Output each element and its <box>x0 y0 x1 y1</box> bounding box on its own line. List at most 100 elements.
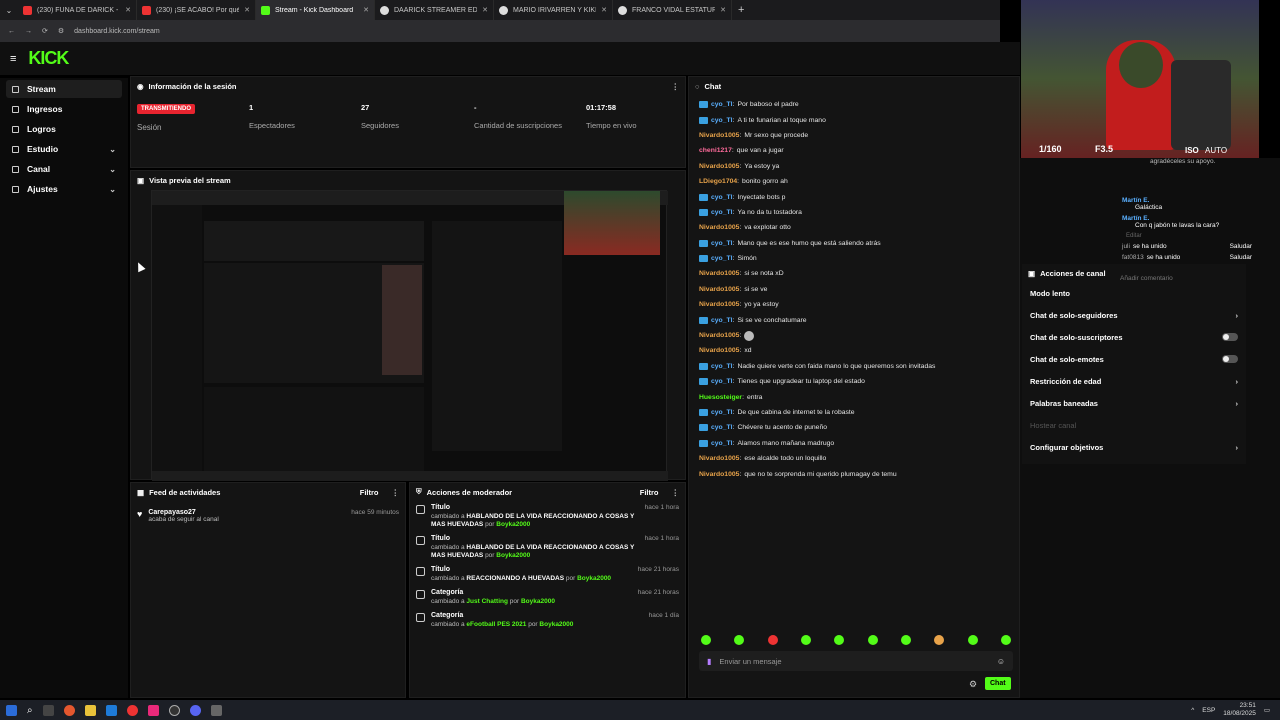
feed-user[interactable]: Carepayaso27 <box>148 509 218 516</box>
close-icon[interactable]: ✕ <box>363 6 369 14</box>
mod-action-user[interactable]: Boyka2000 <box>577 575 611 582</box>
mod-action-user[interactable]: Boyka2000 <box>496 521 530 528</box>
toggle-switch[interactable] <box>1222 333 1238 341</box>
file-explorer-icon[interactable] <box>84 704 96 716</box>
chat-username[interactable]: Nivardo1005 <box>699 455 739 462</box>
edit-link[interactable]: Editar <box>1126 233 1252 239</box>
sidebar-item-estudio[interactable]: Estudio ⌄ <box>6 140 122 158</box>
capcut-icon[interactable] <box>147 704 159 716</box>
channel-action-5[interactable]: Palabras baneadas › <box>1022 392 1246 414</box>
chat-username[interactable]: cyo_Tl <box>711 363 733 370</box>
chevron-down-icon[interactable]: ⌄ <box>109 145 116 154</box>
mod-filter-button[interactable]: Filtro <box>640 488 659 497</box>
emote-icon[interactable] <box>767 635 778 645</box>
edge-icon[interactable] <box>105 704 117 716</box>
chat-username[interactable]: cyo_Tl <box>711 409 733 416</box>
chrome-icon[interactable] <box>63 704 75 716</box>
chat-username[interactable]: Huesosteiger <box>699 394 742 401</box>
chat-send-button[interactable]: Chat <box>985 677 1011 690</box>
emote-icon[interactable] <box>800 635 811 645</box>
close-icon[interactable]: ✕ <box>244 6 250 14</box>
close-icon[interactable]: ✕ <box>601 6 607 14</box>
chat-username[interactable]: cheni1217 <box>699 147 732 154</box>
feed-filter-button[interactable]: Filtro <box>360 488 379 497</box>
mod-action-user[interactable]: Boyka2000 <box>539 621 573 628</box>
chat-username[interactable]: Nivardo1005 <box>699 270 739 277</box>
more-options-icon[interactable]: ⋮ <box>672 82 680 91</box>
tab-4[interactable]: MARIO IRIVARREN Y KIKE SUE ✕ <box>494 0 613 20</box>
kick-logo[interactable]: KICK <box>28 48 69 69</box>
app-icon[interactable] <box>210 704 222 716</box>
sidebar-item-ajustes[interactable]: Ajustes ⌄ <box>6 180 122 198</box>
chat-settings-gear-icon[interactable]: ⚙ <box>969 679 977 690</box>
chevron-down-icon[interactable]: ⌄ <box>109 185 116 194</box>
chat-username[interactable]: cyo_Tl <box>711 117 733 124</box>
toggle-switch[interactable] <box>1222 355 1238 363</box>
chat-input[interactable]: ▮ Enviar un mensaje ☺ <box>699 651 1013 671</box>
chat-username[interactable]: Nivardo1005 <box>699 224 739 231</box>
chat-username[interactable]: Nivardo1005 <box>699 132 739 139</box>
url-field[interactable]: dashboard.kick.com/stream <box>74 28 160 35</box>
mod-action-user[interactable]: Boyka2000 <box>521 598 555 605</box>
tab-2[interactable]: Stream - Kick Dashboard ✕ <box>256 0 375 20</box>
emote-icon[interactable] <box>701 635 711 645</box>
chat-username[interactable]: Nivardo1005 <box>699 286 739 293</box>
chevron-right-icon[interactable]: › <box>1236 311 1239 320</box>
tab-0[interactable]: (230) FUNA DE DARICK - YouTu ✕ <box>18 0 137 20</box>
chat-username[interactable]: Nivardo1005 <box>699 471 739 478</box>
notification-icon[interactable]: ▭ <box>1264 706 1270 714</box>
chevron-right-icon[interactable]: › <box>1236 377 1239 386</box>
tab-1[interactable]: (230) ¡SE ACABÓ! Por qué Fran ✕ <box>137 0 256 20</box>
emote-icon[interactable] <box>934 635 945 645</box>
emoji-icon[interactable]: ☺ <box>997 657 1005 666</box>
sidebar-item-logros[interactable]: Logros <box>6 120 122 138</box>
new-tab-plus-icon[interactable]: + <box>738 4 744 16</box>
chat-username[interactable]: cyo_Tl <box>711 209 733 216</box>
sidebar-item-stream[interactable]: Stream <box>6 80 122 98</box>
chevron-right-icon[interactable]: › <box>1236 443 1239 452</box>
close-icon[interactable]: ✕ <box>482 6 488 14</box>
wave-button[interactable]: Saludar <box>1230 243 1252 250</box>
tray-chevron-icon[interactable]: ^ <box>1191 707 1194 714</box>
chat-username[interactable]: cyo_Tl <box>711 317 733 324</box>
close-icon[interactable]: ✕ <box>720 6 726 14</box>
emote-icon[interactable] <box>967 635 978 645</box>
emote-icon[interactable] <box>1000 635 1011 645</box>
sidebar-item-ingresos[interactable]: Ingresos <box>6 100 122 118</box>
chevron-right-icon[interactable]: › <box>1236 399 1239 408</box>
chat-username[interactable]: Nivardo1005 <box>699 163 739 170</box>
add-comment-field[interactable]: Añadir comentario <box>1112 275 1252 282</box>
chat-username[interactable]: cyo_Tl <box>711 440 733 447</box>
chat-username[interactable]: cyo_Tl <box>711 424 733 431</box>
chat-username[interactable]: LDiego1704 <box>699 178 737 185</box>
channel-action-7[interactable]: Configurar objetivos › <box>1022 436 1246 458</box>
tab-list-chevron-icon[interactable]: ⌄ <box>0 6 18 15</box>
mod-action-user[interactable]: Boyka2000 <box>496 552 530 559</box>
chevron-down-icon[interactable]: ⌄ <box>109 165 116 174</box>
chat-username[interactable]: cyo_Tl <box>711 255 733 262</box>
chat-username[interactable]: cyo_Tl <box>711 194 733 201</box>
channel-action-2[interactable]: Chat de solo-suscriptores <box>1022 326 1246 348</box>
feed-more-icon[interactable]: ⋮ <box>392 488 400 497</box>
windows-start-icon[interactable] <box>6 704 17 716</box>
close-icon[interactable]: ✕ <box>125 6 131 14</box>
menu-hamburger-icon[interactable]: ≡ <box>10 53 16 65</box>
emote-icon[interactable] <box>900 635 911 645</box>
stream-preview-video[interactable] <box>151 190 668 481</box>
task-view-icon[interactable] <box>42 704 54 716</box>
forward-arrow-icon[interactable]: → <box>25 28 32 35</box>
chat-username[interactable]: Nivardo1005 <box>699 301 739 308</box>
sidebar-item-canal[interactable]: Canal ⌄ <box>6 160 122 178</box>
chat-username[interactable]: Nivardo1005 <box>699 332 739 339</box>
browser-icon[interactable] <box>126 704 138 716</box>
emote-icon[interactable] <box>834 635 845 645</box>
chat-username[interactable]: cyo_Tl <box>711 240 733 247</box>
reload-icon[interactable]: ⟳ <box>42 27 48 35</box>
channel-action-4[interactable]: Restricción de edad › <box>1022 370 1246 392</box>
emote-icon[interactable] <box>734 635 745 645</box>
system-clock[interactable]: 23:51 18/08/2025 <box>1223 702 1256 718</box>
chat-username[interactable]: cyo_Tl <box>711 378 733 385</box>
mic-icon[interactable]: ▮ <box>707 657 711 666</box>
chat-username[interactable]: Nivardo1005 <box>699 347 739 354</box>
wave-button[interactable]: Saludar <box>1230 254 1252 261</box>
